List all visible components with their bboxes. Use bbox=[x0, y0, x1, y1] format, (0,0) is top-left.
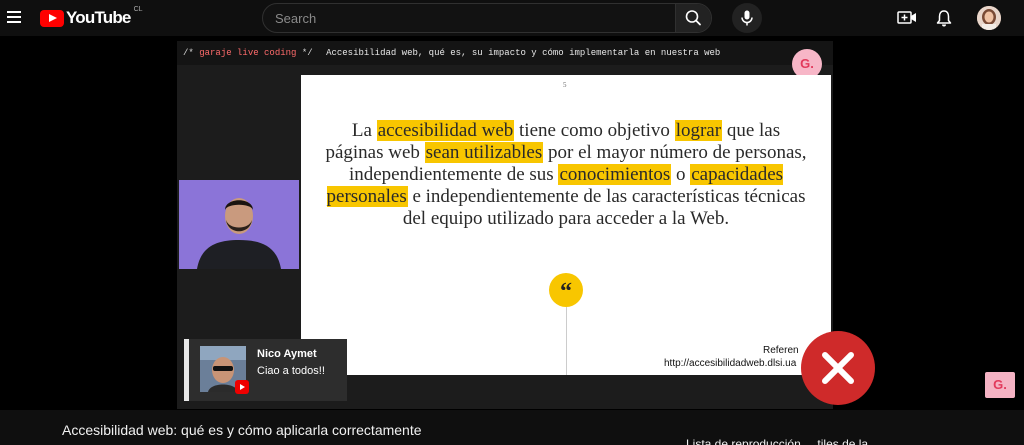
slide-highlight: conocimientos bbox=[558, 164, 672, 185]
quote-icon: “ bbox=[549, 273, 583, 307]
search-button[interactable] bbox=[675, 4, 711, 32]
code-tag: garaje live coding bbox=[199, 48, 297, 58]
search-box bbox=[262, 3, 712, 33]
top-bar: YouTube CL bbox=[0, 0, 1024, 36]
chat-message-text: Ciao a todos!! bbox=[257, 365, 325, 377]
quote-divider bbox=[566, 307, 567, 375]
slide-highlight: accesibilidad web bbox=[376, 120, 515, 141]
chat-message-overlay: Nico Aymet Ciao a todos!! bbox=[184, 339, 347, 401]
bell-icon bbox=[936, 10, 952, 27]
youtube-source-icon bbox=[235, 380, 249, 394]
voice-search-button[interactable] bbox=[732, 3, 762, 33]
video-add-icon bbox=[897, 11, 916, 24]
menu-icon[interactable] bbox=[7, 11, 21, 23]
slide-text-segment: tiene como objetivo bbox=[514, 120, 675, 141]
slide-text-segment: e independientemente de las característi… bbox=[402, 186, 806, 229]
slide-text-segment: o bbox=[671, 164, 691, 185]
reference-label: Referen bbox=[763, 345, 799, 356]
chat-author-name: Nico Aymet bbox=[257, 348, 317, 360]
slide-page-number: 5 bbox=[563, 81, 567, 89]
avatar-image bbox=[977, 6, 1001, 30]
account-avatar[interactable] bbox=[977, 6, 1001, 30]
corner-watermark: G. bbox=[985, 372, 1015, 398]
logo-text: YouTube bbox=[66, 8, 131, 27]
slide-quote-text: La accesibilidad web tiene como objetivo… bbox=[321, 120, 811, 230]
code-comment-open: /* bbox=[183, 48, 194, 58]
reference-url: http://accesibilidadweb.dlsi.ua bbox=[664, 358, 797, 369]
slide-highlight: lograr bbox=[674, 120, 723, 141]
sidebar-text-partial: Lista de reproducción ... tiles de la ..… bbox=[686, 437, 882, 445]
search-input[interactable] bbox=[263, 4, 677, 32]
presentation-slide: 5 La accesibilidad web tiene como objeti… bbox=[301, 75, 831, 375]
region-code: CL bbox=[133, 6, 143, 13]
youtube-logo[interactable]: YouTube CL bbox=[40, 6, 143, 27]
presenter-webcam bbox=[179, 180, 299, 269]
slide-text-segment: La bbox=[351, 120, 377, 141]
create-button[interactable] bbox=[897, 9, 917, 27]
slide-highlight: sean utilizables bbox=[424, 142, 544, 163]
presenter-image bbox=[179, 180, 299, 269]
video-player[interactable]: /* garaje live coding */ Accesibilidad w… bbox=[177, 41, 833, 409]
youtube-play-icon bbox=[40, 9, 64, 27]
close-button[interactable] bbox=[801, 331, 875, 405]
close-icon bbox=[822, 352, 854, 384]
stream-header-title: Accesibilidad web, qué es, su impacto y … bbox=[326, 48, 721, 58]
notifications-button[interactable] bbox=[934, 8, 954, 28]
stream-header-bar: /* garaje live coding */ Accesibilidad w… bbox=[177, 41, 833, 65]
microphone-icon bbox=[741, 10, 753, 26]
video-title: Accesibilidad web: qué es y cómo aplicar… bbox=[62, 422, 422, 438]
code-comment-close: */ bbox=[301, 48, 313, 58]
search-icon bbox=[685, 10, 701, 26]
